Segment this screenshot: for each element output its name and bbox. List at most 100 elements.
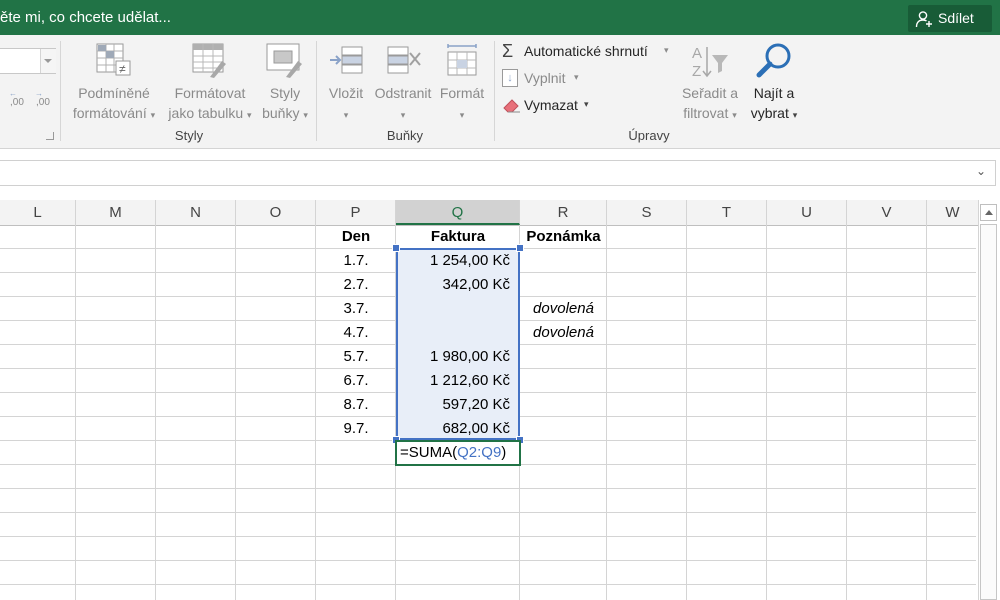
editing-group-label: Úpravy — [628, 128, 670, 143]
chevron-down-icon[interactable]: ⌄ — [976, 164, 986, 178]
cell-faktura[interactable]: 342,00 Kč — [396, 273, 520, 296]
share-button[interactable]: Sdílet — [908, 5, 992, 32]
sigma-icon: Σ — [502, 41, 514, 61]
header-cell-poznamka[interactable]: Poznámka — [520, 225, 607, 248]
cell-poznamka[interactable] — [520, 369, 607, 392]
caret-icon: ▾ — [400, 110, 406, 120]
cell-poznamka[interactable] — [520, 417, 607, 440]
format-as-table-button[interactable]: Formátovat jako tabulku ▾ — [162, 39, 258, 125]
formula-range-reference: Q2:Q9 — [457, 444, 502, 461]
add-person-icon — [915, 11, 932, 28]
gridline — [0, 584, 976, 585]
share-label: Sdílet — [938, 10, 974, 26]
formula-bar-input[interactable] — [0, 160, 996, 186]
fill-button[interactable]: ↓ Vyplnit ▾ — [500, 67, 600, 89]
column-header-s[interactable]: S — [607, 200, 687, 225]
caret-icon: ▾ — [343, 110, 349, 120]
cell-poznamka[interactable] — [520, 249, 607, 272]
column-header-r[interactable]: R — [520, 200, 607, 225]
format-button[interactable]: Formát ▾ — [434, 39, 490, 125]
cell-poznamka[interactable] — [520, 393, 607, 416]
clear-button[interactable]: Vymazat ▾ — [500, 94, 600, 116]
insert-button[interactable]: Vložit ▾ — [320, 39, 372, 125]
delete-button[interactable]: Odstranit ▾ — [372, 39, 434, 125]
cell-styles-label-2: buňky — [262, 105, 300, 121]
cell-faktura[interactable]: 682,00 Kč — [396, 417, 520, 440]
caret-icon: ▾ — [664, 45, 669, 55]
insert-cells-icon — [330, 46, 363, 74]
cell-faktura[interactable]: 1 980,00 Kč — [396, 345, 520, 368]
cell-poznamka[interactable]: dovolená — [520, 297, 607, 320]
cell-den[interactable]: 5.7. — [316, 345, 396, 368]
cell-styles-label-1: Styly — [269, 85, 301, 101]
column-header-q[interactable]: Q — [396, 200, 520, 225]
conditional-formatting-button[interactable]: ≠ Podmíněné formátování ▾ — [66, 39, 162, 125]
sort-filter-button[interactable]: A Z Seřadit a filtrovat ▾ — [676, 39, 744, 125]
scroll-up-button[interactable] — [980, 204, 997, 221]
gridline — [846, 225, 847, 600]
header-cell-faktura[interactable]: Faktura — [396, 225, 520, 248]
column-header-m[interactable]: M — [76, 200, 156, 225]
svg-text:Z: Z — [692, 63, 701, 80]
autosum-button[interactable]: Σ Automatické shrnutí ▾ — [500, 40, 680, 62]
conditional-formatting-icon: ≠ — [96, 43, 131, 76]
caret-icon: ▾ — [584, 99, 589, 109]
cell-faktura[interactable]: 597,20 Kč — [396, 393, 520, 416]
number-format-dropdown[interactable] — [0, 48, 56, 74]
cell-den[interactable]: 6.7. — [316, 369, 396, 392]
autosum-label: Automatické shrnutí — [524, 43, 648, 59]
cell-den[interactable]: 2.7. — [316, 273, 396, 296]
format-as-table-label-2: jako tabulku — [168, 105, 244, 121]
column-headers: L M N O P Q R S T U V W — [0, 200, 978, 226]
increase-decimal-button[interactable]: ← ,00 — [8, 89, 30, 113]
magnifier-icon — [756, 43, 791, 78]
cell-den[interactable]: 1.7. — [316, 249, 396, 272]
column-header-l[interactable]: L — [0, 200, 76, 225]
tell-me-search[interactable]: ěte mi, co chcete udělat... — [0, 0, 171, 35]
cell-faktura[interactable] — [396, 321, 520, 344]
cell-poznamka[interactable] — [520, 273, 607, 296]
cell-faktura[interactable]: 1 254,00 Kč — [396, 249, 520, 272]
column-header-o[interactable]: O — [236, 200, 316, 225]
formula-prefix: =SUMA( — [400, 444, 458, 461]
column-header-v[interactable]: V — [847, 200, 927, 225]
increase-decimal-label: ,00 — [10, 97, 24, 108]
fill-label: Vyplnit — [524, 70, 566, 86]
dialog-launcher-icon[interactable] — [46, 132, 54, 140]
find-select-button[interactable]: Najít a vybrat ▾ — [744, 39, 804, 125]
cell-den[interactable]: 9.7. — [316, 417, 396, 440]
header-cell-den[interactable]: Den — [316, 225, 396, 248]
gridline — [235, 225, 236, 600]
column-header-n[interactable]: N — [156, 200, 236, 225]
cell-den[interactable]: 3.7. — [316, 297, 396, 320]
fill-down-icon: ↓ — [502, 69, 518, 87]
cell-styles-button[interactable]: Styly buňky ▾ — [256, 39, 314, 125]
group-separator — [316, 41, 317, 141]
scroll-thumb[interactable] — [980, 224, 997, 600]
cell-formula[interactable]: =SUMA(Q2:Q9) — [400, 442, 506, 464]
cell-den[interactable]: 4.7. — [316, 321, 396, 344]
caret-icon: ▾ — [732, 110, 737, 120]
cell-faktura[interactable]: 1 212,60 Kč — [396, 369, 520, 392]
cell-poznamka[interactable] — [520, 345, 607, 368]
find-select-label-1: Najít a — [753, 85, 795, 101]
column-header-p[interactable]: P — [316, 200, 396, 225]
format-as-table-icon — [192, 43, 226, 78]
caret-icon: ▾ — [303, 110, 308, 120]
decrease-decimal-button[interactable]: → ,00 — [34, 89, 56, 113]
sort-filter-icon: A Z — [692, 45, 728, 80]
cell-faktura[interactable] — [396, 297, 520, 320]
column-header-w[interactable]: W — [927, 200, 978, 225]
gridline — [686, 225, 687, 600]
cell-styles-icon — [266, 43, 302, 78]
gridline — [75, 225, 76, 600]
caret-icon: ▾ — [574, 72, 579, 82]
svg-text:≠: ≠ — [119, 62, 126, 76]
decrease-decimal-label: ,00 — [36, 97, 50, 108]
column-header-t[interactable]: T — [687, 200, 767, 225]
svg-text:A: A — [692, 45, 702, 62]
gridline — [0, 560, 976, 561]
column-header-u[interactable]: U — [767, 200, 847, 225]
cell-poznamka[interactable]: dovolená — [520, 321, 607, 344]
cell-den[interactable]: 8.7. — [316, 393, 396, 416]
